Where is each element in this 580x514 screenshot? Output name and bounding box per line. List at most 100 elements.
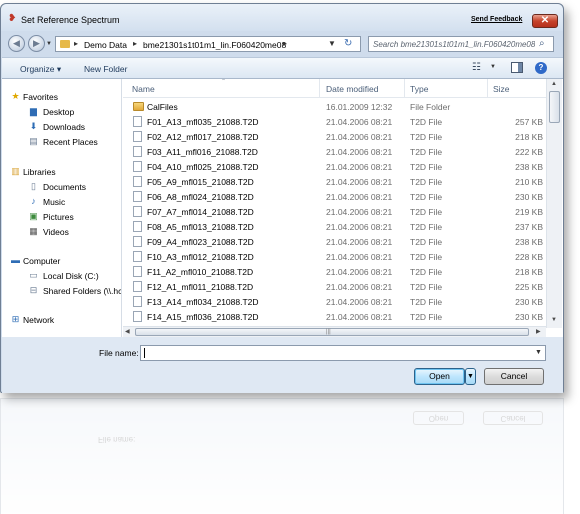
nav-recent-places[interactable]: ▤ Recent Places	[2, 135, 121, 149]
shared-folder-icon: ⊟	[29, 285, 38, 295]
list-item[interactable]: F10_A3_mfl012_21088.T2D 21.04.2006 08:21…	[123, 250, 547, 265]
views-icon[interactable]: ☷	[472, 62, 481, 73]
filename-input[interactable]: ▼	[140, 345, 546, 361]
file-type: T2D File	[410, 267, 443, 277]
back-button[interactable]: ◀	[8, 35, 25, 52]
folder-icon	[133, 102, 144, 111]
back-arrow-icon: ◀	[13, 38, 20, 48]
open-button[interactable]: Open	[414, 368, 465, 385]
forward-button[interactable]: ▶	[28, 35, 45, 52]
help-icon[interactable]: ?	[535, 62, 547, 74]
nav-music[interactable]: ♪ Music	[2, 195, 121, 209]
file-size: 257 KB	[515, 117, 543, 127]
reflection-filename-label: File name:	[98, 435, 136, 444]
file-date: 16.01.2009 12:32	[326, 102, 393, 112]
address-bar[interactable]: ▸ Demo Data ▸ bme21301s1t01m1_lin.F06042…	[55, 36, 361, 52]
scroll-left-icon[interactable]: ◀	[125, 328, 130, 335]
nav-local-disk[interactable]: ▭ Local Disk (C:)	[2, 269, 121, 283]
file-type: T2D File	[410, 192, 443, 202]
nav-favorites[interactable]: ★ Favorites	[2, 90, 121, 104]
column-divider[interactable]	[404, 79, 405, 98]
column-type[interactable]: Type	[410, 84, 428, 94]
column-date-modified[interactable]: Date modified	[326, 84, 378, 94]
horizontal-scroll-thumb[interactable]: |||	[135, 328, 529, 336]
column-name[interactable]: Name	[132, 84, 155, 94]
search-icon[interactable]: ⌕	[539, 38, 545, 49]
file-size: 238 KB	[515, 162, 543, 172]
preview-pane-icon[interactable]	[511, 62, 523, 73]
filename-label: File name:	[99, 348, 139, 358]
list-item[interactable]: F06_A8_mfl024_21088.T2D 21.04.2006 08:21…	[123, 190, 547, 205]
title-bar[interactable]: ❥ Set Reference Spectrum Send Feedback ✕	[1, 4, 563, 31]
horizontal-scrollbar[interactable]: ◀ ||| ▶	[123, 326, 546, 337]
scroll-down-icon[interactable]: ▼	[551, 317, 557, 323]
list-item[interactable]: F04_A10_mfl025_21088.T2D 21.04.2006 08:2…	[123, 160, 547, 175]
open-options-dropdown[interactable]: ▼	[465, 368, 476, 385]
list-item[interactable]: F01_A13_mfl035_21088.T2D 21.04.2006 08:2…	[123, 115, 547, 130]
new-folder-button[interactable]: New Folder	[84, 64, 127, 74]
search-placeholder: Search bme21301s1t01m1_lin.F060420me08	[373, 40, 535, 49]
file-icon	[133, 221, 142, 232]
text-caret	[144, 348, 145, 358]
nav-label: Computer	[23, 256, 61, 266]
breadcrumb-separator-icon[interactable]: ▸	[133, 39, 137, 48]
list-item[interactable]: F03_A11_mfl016_21088.T2D 21.04.2006 08:2…	[123, 145, 547, 160]
nav-computer[interactable]: ▬ Computer	[2, 254, 121, 268]
breadcrumb-separator-icon[interactable]: ▸	[283, 39, 287, 48]
nav-label: Desktop	[43, 107, 75, 117]
nav-pictures[interactable]: ▣ Pictures	[2, 210, 121, 224]
list-item[interactable]: F05_A9_mfl015_21088.T2D 21.04.2006 08:21…	[123, 175, 547, 190]
file-date: 21.04.2006 08:21	[326, 252, 393, 262]
grip-icon: |||	[326, 329, 331, 335]
views-dropdown-icon[interactable]: ▼	[490, 64, 496, 70]
file-name: F14_A15_mfl036_21088.T2D	[147, 312, 259, 322]
list-item[interactable]: F07_A7_mfl014_21088.T2D 21.04.2006 08:21…	[123, 205, 547, 220]
file-date: 21.04.2006 08:21	[326, 297, 393, 307]
scroll-right-icon[interactable]: ▶	[536, 328, 541, 335]
scroll-up-icon[interactable]: ▲	[551, 81, 557, 87]
send-feedback-link[interactable]: Send Feedback	[471, 16, 522, 23]
address-dropdown-icon[interactable]: ▼	[328, 39, 336, 48]
file-date: 21.04.2006 08:21	[326, 162, 393, 172]
file-type: T2D File	[410, 297, 443, 307]
search-input[interactable]: Search bme21301s1t01m1_lin.F060420me08 ⌕	[368, 36, 554, 52]
recent-locations-dropdown[interactable]: ▼	[46, 41, 52, 47]
column-size[interactable]: Size	[493, 84, 510, 94]
column-divider[interactable]	[487, 79, 488, 98]
refresh-icon[interactable]: ↻	[344, 38, 352, 49]
list-item[interactable]: F14_A15_mfl036_21088.T2D 21.04.2006 08:2…	[123, 310, 547, 325]
breadcrumb-current-folder[interactable]: bme21301s1t01m1_lin.F060420me08	[143, 40, 286, 50]
list-item[interactable]: F12_A1_mfl011_21088.T2D 21.04.2006 08:21…	[123, 280, 547, 295]
list-item[interactable]: F09_A4_mfl023_21088.T2D 21.04.2006 08:21…	[123, 235, 547, 250]
file-name: F02_A12_mfl017_21088.T2D	[147, 132, 259, 142]
disk-icon: ▭	[29, 270, 38, 280]
navigation-pane[interactable]: ★ Favorites ▆ Desktop ⬇ Downloads ▤ Rece…	[2, 79, 122, 337]
cancel-button[interactable]: Cancel	[484, 368, 544, 385]
list-item[interactable]: F02_A12_mfl017_21088.T2D 21.04.2006 08:2…	[123, 130, 547, 145]
breadcrumb-separator-icon[interactable]: ▸	[74, 39, 78, 48]
organize-button[interactable]: Organize ▾	[20, 64, 61, 75]
list-item[interactable]: F13_A14_mfl034_21088.T2D 21.04.2006 08:2…	[123, 295, 547, 310]
list-item[interactable]: CalFiles 16.01.2009 12:32 File Folder	[123, 100, 547, 115]
nav-documents[interactable]: ▯ Documents	[2, 180, 121, 194]
file-icon	[133, 191, 142, 202]
nav-shared-folders[interactable]: ⊟ Shared Folders (\\.hc	[2, 284, 122, 298]
nav-label: Shared Folders (\\.hc	[43, 286, 122, 296]
vertical-scrollbar[interactable]: ▲ ▼	[546, 79, 562, 328]
list-item[interactable]: F08_A5_mfl013_21088.T2D 21.04.2006 08:21…	[123, 220, 547, 235]
breadcrumb-demo-data[interactable]: Demo Data	[84, 40, 127, 50]
nav-downloads[interactable]: ⬇ Downloads	[2, 120, 121, 134]
pictures-icon: ▣	[29, 211, 38, 221]
nav-network[interactable]: ⊞ Network	[2, 313, 121, 327]
list-item[interactable]: F11_A2_mfl010_21088.T2D 21.04.2006 08:21…	[123, 265, 547, 280]
nav-desktop[interactable]: ▆ Desktop	[2, 105, 121, 119]
filename-dropdown-icon[interactable]: ▼	[535, 349, 542, 356]
nav-videos[interactable]: ▦ Videos	[2, 225, 121, 239]
close-button[interactable]: ✕	[532, 14, 558, 28]
file-date: 21.04.2006 08:21	[326, 177, 393, 187]
file-type: T2D File	[410, 132, 443, 142]
vertical-scroll-thumb[interactable]	[549, 91, 560, 123]
column-divider[interactable]	[319, 79, 320, 98]
file-list[interactable]: ⌃ Name Date modified Type Size CalFiles …	[123, 79, 563, 337]
nav-libraries[interactable]: ▥ Libraries	[2, 165, 121, 179]
